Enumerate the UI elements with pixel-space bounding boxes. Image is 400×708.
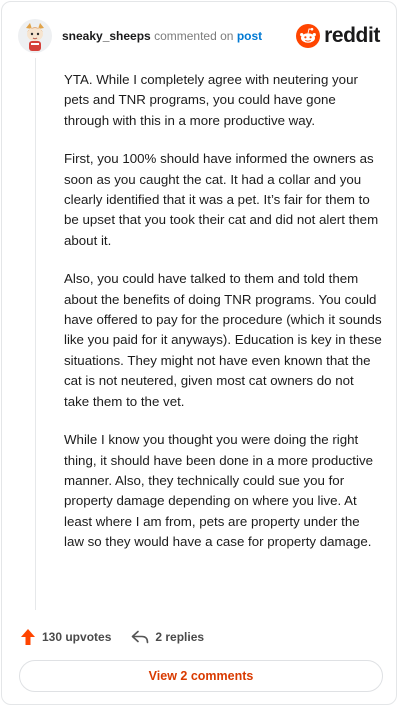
avatar[interactable] [18, 19, 52, 53]
upvote-arrow-icon [21, 629, 35, 645]
comment-paragraph: First, you 100% should have informed the… [64, 151, 379, 248]
username-link[interactable]: sneaky_sheeps [62, 29, 151, 43]
comment-header: sneaky_sheeps commented on post reddit [18, 16, 380, 56]
post-link[interactable]: post [237, 29, 262, 43]
comment-actions: 130 upvotes 2 replies [20, 626, 204, 648]
comment-paragraph: Also, you could have talked to them and … [64, 271, 382, 409]
reply-count: 2 replies [155, 630, 205, 644]
user-avatar-icon [18, 19, 52, 53]
reply-button[interactable]: 2 replies [131, 630, 204, 644]
upvote-count: 130 upvotes [42, 630, 112, 644]
comment-meta: sneaky_sheeps commented on post [62, 29, 262, 43]
thread-line[interactable] [35, 58, 36, 610]
reddit-logo[interactable]: reddit [296, 24, 380, 48]
reddit-snoo-icon [296, 24, 321, 48]
upvote-button[interactable]: 130 upvotes [20, 628, 111, 646]
comment-paragraph: While I know you thought you were doing … [64, 432, 373, 550]
view-comments-button[interactable]: View 2 comments [19, 660, 383, 692]
reddit-wordmark: reddit [324, 24, 380, 47]
comment-paragraph: YTA. While I completely agree with neute… [64, 72, 358, 128]
reply-arrow-icon [132, 630, 149, 644]
comment-action-text: commented on [154, 29, 234, 43]
comment-card: sneaky_sheeps commented on post reddit Y… [1, 1, 397, 705]
comment-body: YTA. While I completely agree with neute… [64, 70, 382, 571]
